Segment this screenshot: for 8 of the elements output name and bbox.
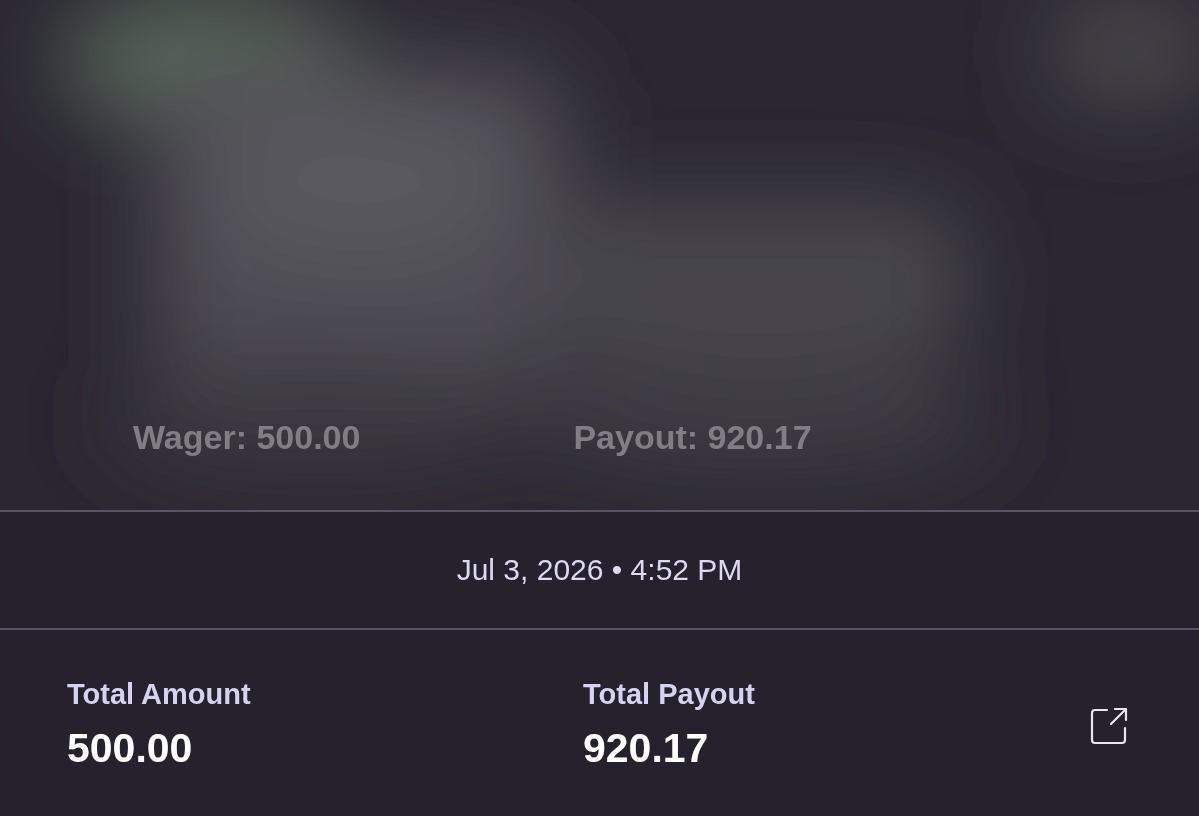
share-icon[interactable] <box>1089 706 1129 746</box>
wager-text: Wager: 500.00 <box>133 418 361 457</box>
date-time: Jul 3, 2026 • 4:52 PM <box>456 553 743 587</box>
total-value: 500.00 <box>67 725 194 772</box>
total-label: Total Payout <box>583 678 756 711</box>
total-label: Total Amount <box>67 678 252 711</box>
payout-text: Payout: 920.17 <box>573 418 812 457</box>
total-value: 920.17 <box>583 725 710 772</box>
